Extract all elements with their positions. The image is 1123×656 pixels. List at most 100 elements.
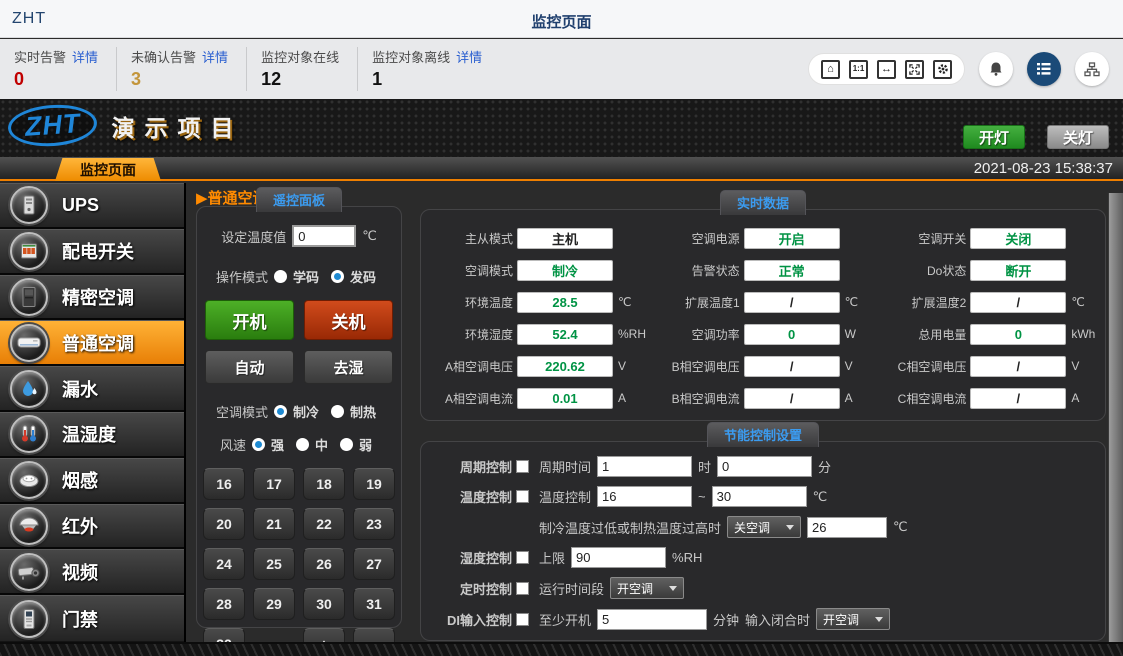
temp-key[interactable]: 28: [203, 588, 245, 620]
tab-monitor-page[interactable]: 监控页面: [55, 158, 161, 181]
cycle-control-checkbox[interactable]: [516, 460, 529, 473]
temp-key[interactable]: 19: [353, 468, 395, 500]
rt-value: /: [744, 388, 840, 409]
detail-link[interactable]: 详情: [202, 50, 228, 65]
sidebar-item-water-leak[interactable]: 漏水: [0, 366, 184, 412]
one-to-one-icon[interactable]: 1:1: [849, 60, 868, 79]
content-area: UPS 配电开关 精密空调 普通空调 漏水 温湿度 烟感 红外: [0, 183, 1123, 656]
temp-key[interactable]: 17: [253, 468, 295, 500]
input-closed-action-select[interactable]: 开空调: [816, 608, 890, 630]
temp-key[interactable]: 31: [353, 588, 395, 620]
sidebar-item-precision-ac[interactable]: 精密空调: [0, 275, 184, 321]
temp-key[interactable]: 18: [303, 468, 345, 500]
sidebar-item-label: 烟感: [62, 467, 98, 493]
camera-icon: [10, 553, 48, 591]
device-list-icon[interactable]: [1027, 52, 1061, 86]
rt-field: 告警状态正常: [648, 254, 875, 286]
detail-link[interactable]: 详情: [456, 50, 482, 65]
bell-icon[interactable]: [979, 52, 1013, 86]
fullscreen-icon[interactable]: [905, 60, 924, 79]
radio-learn-code[interactable]: [274, 270, 287, 283]
rt-field: 空调开关关闭: [874, 222, 1101, 254]
set-temp-input[interactable]: [292, 225, 356, 247]
radio-fan-high[interactable]: [252, 438, 265, 451]
radio-send-code[interactable]: [331, 270, 344, 283]
op-mode-label: 操作模式: [216, 267, 268, 286]
sidebar-item-label: 普通空调: [62, 330, 134, 356]
temp-key[interactable]: 27: [353, 548, 395, 580]
sidebar-item-video[interactable]: 视频: [0, 549, 184, 595]
temp-key[interactable]: 23: [353, 508, 395, 540]
tilde-separator: ~: [698, 489, 706, 504]
light-on-button[interactable]: 开灯: [963, 125, 1025, 149]
temp-key[interactable]: 30: [303, 588, 345, 620]
sidebar-item-infrared[interactable]: 红外: [0, 504, 184, 550]
temp-low-input[interactable]: [597, 486, 692, 507]
temp-high-input[interactable]: [712, 486, 807, 507]
ac-mode-label: 空调模式: [216, 402, 268, 421]
temp-key[interactable]: 26: [303, 548, 345, 580]
settings-gear-icon[interactable]: [933, 60, 952, 79]
temp-control-label: 温度控制: [460, 487, 512, 506]
topology-icon[interactable]: [1075, 52, 1109, 86]
temp-key[interactable]: 16: [203, 468, 245, 500]
temp-key[interactable]: 24: [203, 548, 245, 580]
sidebar-item-power-switch[interactable]: 配电开关: [0, 229, 184, 275]
cycle-minute-input[interactable]: [717, 456, 812, 477]
dehumidify-button[interactable]: 去湿: [304, 350, 393, 384]
stat-label: 监控对象在线: [261, 50, 339, 65]
sidebar-item-temp-humidity[interactable]: 温湿度: [0, 412, 184, 458]
sidebar-item-label: 温湿度: [62, 421, 116, 447]
humidity-control-checkbox[interactable]: [516, 551, 529, 564]
infrared-sensor-icon: [10, 507, 48, 545]
power-on-button[interactable]: 开机: [205, 300, 294, 340]
realtime-col-2: 空调电源开启 告警状态正常 扩展温度1/℃ 空调功率0W B相空调电压/V B相…: [648, 222, 875, 414]
sidebar-item-smoke[interactable]: 烟感: [0, 458, 184, 504]
realtime-col-1: 主从模式主机 空调模式制冷 环境温度28.5℃ 环境湿度52.4%RH A相空调…: [421, 222, 648, 414]
precision-ac-icon: [10, 278, 48, 316]
power-off-button[interactable]: 关机: [304, 300, 393, 340]
detail-link[interactable]: 详情: [72, 50, 98, 65]
realtime-panel-tab: 实时数据: [720, 190, 806, 215]
temp-key[interactable]: 22: [303, 508, 345, 540]
sidebar-item-door-access[interactable]: 门禁: [0, 595, 184, 641]
overtemp-action-select[interactable]: 关空调: [727, 516, 801, 538]
sidebar-item-normal-ac[interactable]: 普通空调: [0, 320, 184, 366]
radio-fan-low[interactable]: [340, 438, 353, 451]
temp-key[interactable]: 29: [253, 588, 295, 620]
rt-value: /: [744, 356, 840, 377]
min-runtime-input[interactable]: [597, 609, 707, 630]
humidity-upper-label: 上限: [539, 548, 565, 567]
radio-fan-mid[interactable]: [296, 438, 309, 451]
stat-objects-online: 监控对象在线 12: [247, 47, 358, 91]
temp-key[interactable]: 20: [203, 508, 245, 540]
cycle-hour-input[interactable]: [597, 456, 692, 477]
sidebar-item-ups[interactable]: UPS: [0, 183, 184, 229]
temp-control-checkbox[interactable]: [516, 490, 529, 503]
radio-heat[interactable]: [331, 405, 344, 418]
radio-cool[interactable]: [274, 405, 287, 418]
vertical-scrollbar[interactable]: [1108, 193, 1123, 642]
page-title: 监控页面: [0, 11, 1123, 32]
rt-value: 0: [744, 324, 840, 345]
di-input-control-checkbox[interactable]: [516, 613, 529, 626]
temp-key[interactable]: 21: [253, 508, 295, 540]
run-period-label: 运行时间段: [539, 579, 604, 598]
stat-label: 实时告警: [14, 50, 66, 65]
fit-width-icon[interactable]: ↔: [877, 60, 896, 79]
light-off-button[interactable]: 关灯: [1047, 125, 1109, 149]
humidity-upper-input[interactable]: [571, 547, 666, 568]
temp-key[interactable]: 25: [253, 548, 295, 580]
auto-button[interactable]: 自动: [205, 350, 294, 384]
timer-control-checkbox[interactable]: [516, 582, 529, 595]
home-icon[interactable]: ⌂: [821, 60, 840, 79]
run-period-select[interactable]: 开空调: [610, 577, 684, 599]
humidity-unit: %RH: [672, 550, 702, 565]
rt-field: A相空调电流0.01A: [421, 382, 648, 414]
overtemp-value-input[interactable]: [807, 517, 887, 538]
temperature-keypad: 16 17 18 19 20 21 22 23 24 25 26 27 28 2…: [197, 468, 401, 656]
rt-value: 开启: [744, 228, 840, 249]
sidebar-item-label: 漏水: [62, 376, 98, 402]
minutes-unit: 分钟: [713, 610, 739, 629]
tab-bar: 监控页面 2021-08-23 15:38:37: [0, 157, 1123, 181]
